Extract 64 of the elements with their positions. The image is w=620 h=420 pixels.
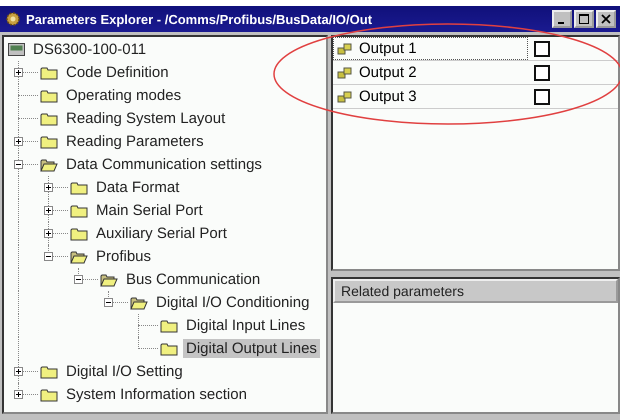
tree-item[interactable]: DS6300-100-011	[30, 40, 150, 59]
output-item[interactable]: Output 2	[333, 61, 528, 84]
tree-item[interactable]: Digital I/O Conditioning	[153, 293, 312, 312]
device-icon	[8, 43, 25, 56]
open-folder-icon	[130, 296, 148, 310]
tree-item[interactable]: Digital I/O Setting	[63, 362, 186, 381]
tree-item[interactable]: Reading System Layout	[63, 109, 228, 128]
checkbox[interactable]	[534, 40, 550, 56]
folder-icon	[40, 364, 58, 378]
expand-icon[interactable]	[44, 183, 53, 192]
folder-icon	[40, 134, 58, 148]
link-icon	[337, 90, 353, 102]
tree-item[interactable]: System Information section	[63, 385, 250, 404]
folder-icon	[40, 388, 58, 402]
folder-icon	[40, 112, 58, 126]
open-folder-icon	[40, 158, 58, 172]
maximize-button[interactable]	[574, 10, 594, 28]
window-title: Parameters Explorer - /Comms/Profibus/BusData/IO/Out	[26, 12, 372, 26]
collapse-icon[interactable]	[104, 298, 113, 307]
output-label: Output 3	[359, 88, 417, 105]
close-icon	[601, 14, 611, 24]
close-button[interactable]	[596, 10, 616, 28]
folder-icon	[160, 318, 178, 332]
column-header[interactable]: Related parameters	[333, 279, 618, 303]
collapse-icon[interactable]	[44, 252, 53, 261]
minimize-button[interactable]	[552, 10, 572, 28]
link-icon	[337, 66, 353, 78]
expand-icon[interactable]	[44, 229, 53, 238]
tree-item[interactable]: Digital Input Lines	[183, 316, 308, 335]
tree-item[interactable]: Code Definition	[63, 63, 172, 82]
open-folder-icon	[100, 272, 118, 286]
checkbox[interactable]	[534, 88, 550, 104]
folder-icon	[70, 226, 88, 240]
output-item[interactable]: Output 1	[333, 37, 528, 60]
gear-icon	[4, 10, 22, 28]
open-folder-icon	[70, 250, 88, 264]
tree-item[interactable]: Main Serial Port	[93, 201, 206, 220]
output-label: Output 2	[359, 64, 417, 81]
expand-icon[interactable]	[14, 68, 23, 77]
expand-icon[interactable]	[44, 206, 53, 215]
folder-icon	[70, 180, 88, 194]
tree-item[interactable]: Data Format	[93, 178, 182, 197]
folder-icon	[70, 204, 88, 218]
expand-icon[interactable]	[14, 390, 23, 399]
collapse-icon[interactable]	[14, 160, 23, 169]
tree-item[interactable]: Digital Output Lines	[183, 339, 320, 358]
folder-icon	[160, 342, 178, 356]
maximize-icon	[579, 14, 589, 24]
output-item[interactable]: Output 3	[333, 85, 528, 108]
folder-icon	[40, 88, 58, 102]
tree-item[interactable]: Reading Parameters	[63, 132, 207, 151]
minimize-icon	[558, 22, 564, 24]
output-label: Output 1	[359, 40, 417, 57]
folder-icon	[40, 66, 58, 80]
expand-icon[interactable]	[14, 367, 23, 376]
link-icon	[337, 42, 353, 54]
expand-icon[interactable]	[14, 137, 23, 146]
tree-item[interactable]: Operating modes	[63, 86, 184, 105]
tree-item[interactable]: Data Communication settings	[63, 155, 265, 174]
tree-item[interactable]: Auxiliary Serial Port	[93, 224, 230, 243]
collapse-icon[interactable]	[74, 275, 83, 284]
checkbox[interactable]	[534, 64, 550, 80]
tree-item[interactable]: Profibus	[93, 247, 154, 266]
tree-item[interactable]: Bus Communication	[123, 270, 264, 289]
